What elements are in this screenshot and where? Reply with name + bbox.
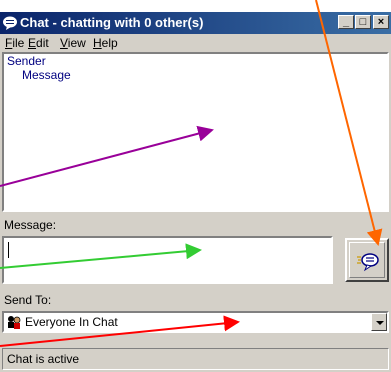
send-button[interactable]	[345, 238, 389, 282]
menu-help-hotkey: H	[93, 36, 102, 50]
text-caret	[8, 242, 9, 258]
menu-edit-label: dit	[36, 36, 49, 50]
send-to-selected: Everyone In Chat	[25, 315, 118, 329]
people-icon	[8, 316, 21, 329]
window-title: Chat - chatting with 0 other(s)	[20, 15, 204, 30]
chat-history-pane[interactable]: Sender Message	[2, 52, 389, 212]
chat-window: Chat - chatting with 0 other(s) _ □ × Fi…	[0, 12, 391, 372]
menu-edit-hotkey: E	[28, 36, 37, 50]
menu-view-hotkey: V	[60, 36, 68, 50]
status-text: Chat is active	[7, 352, 80, 366]
message-label: Message:	[4, 218, 57, 232]
send-message-icon	[357, 253, 379, 272]
history-sender: Sender	[7, 54, 46, 68]
maximize-button[interactable]: □	[355, 15, 371, 29]
close-button[interactable]: ×	[373, 15, 389, 29]
menu-file-label: ile	[12, 36, 25, 50]
history-message: Message	[22, 68, 71, 82]
title-bar[interactable]: Chat - chatting with 0 other(s) _ □ ×	[0, 12, 391, 34]
dropdown-arrow-button[interactable]	[371, 313, 387, 331]
menu-view-label: iew	[67, 36, 86, 50]
menu-file[interactable]: File	[5, 36, 24, 50]
chat-bubble-icon	[3, 16, 17, 30]
menu-bar: File Edit View Help	[0, 34, 391, 52]
minimize-button[interactable]: _	[338, 15, 354, 29]
send-to-label: Send To:	[4, 293, 52, 307]
menu-view[interactable]: View	[60, 36, 86, 50]
menu-help-label: elp	[101, 36, 118, 50]
menu-edit[interactable]: Edit	[28, 36, 49, 50]
status-bar: Chat is active	[2, 348, 389, 370]
message-input[interactable]	[2, 236, 333, 284]
send-to-dropdown[interactable]: Everyone In Chat	[2, 311, 389, 333]
menu-help[interactable]: Help	[93, 36, 118, 50]
